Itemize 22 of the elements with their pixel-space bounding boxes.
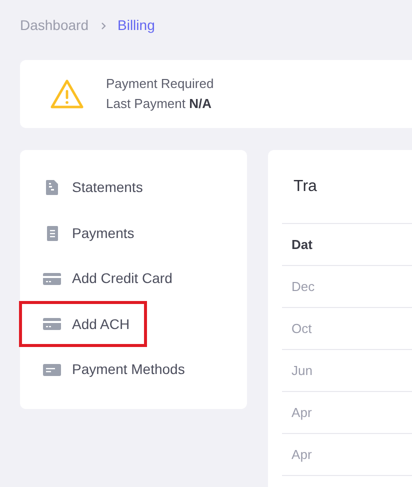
menu-item[interactable]: Add Credit Card [19,256,184,302]
chevron-icon [100,22,106,30]
list-card-icon [43,364,61,376]
menu-item[interactable]: Statements [19,164,154,211]
alert-title: Payment Required [106,75,214,93]
credit-card-icon [43,272,61,285]
table-cell-text: Oct [292,320,312,338]
warning-icon [50,79,84,109]
receipt-icon [46,226,58,241]
breadcrumb-link[interactable]: Billing [118,15,155,36]
document-icon [46,180,58,196]
table-cell-text: Dec [292,278,315,296]
menu-item[interactable]: Add ACH [19,301,147,348]
table-cell-text: Apr [292,404,312,422]
menu-item[interactable]: Payments [19,210,146,256]
column-header: Dat [292,236,312,254]
credit-card-icon [43,318,61,330]
transactions-title: Tra [292,176,318,196]
table-cell-text: Jun [292,362,313,380]
table-cell-text: Apr [292,446,312,464]
menu-item[interactable]: Payment Methods [19,346,196,393]
last-payment-text: Last Payment N/A [106,95,213,113]
